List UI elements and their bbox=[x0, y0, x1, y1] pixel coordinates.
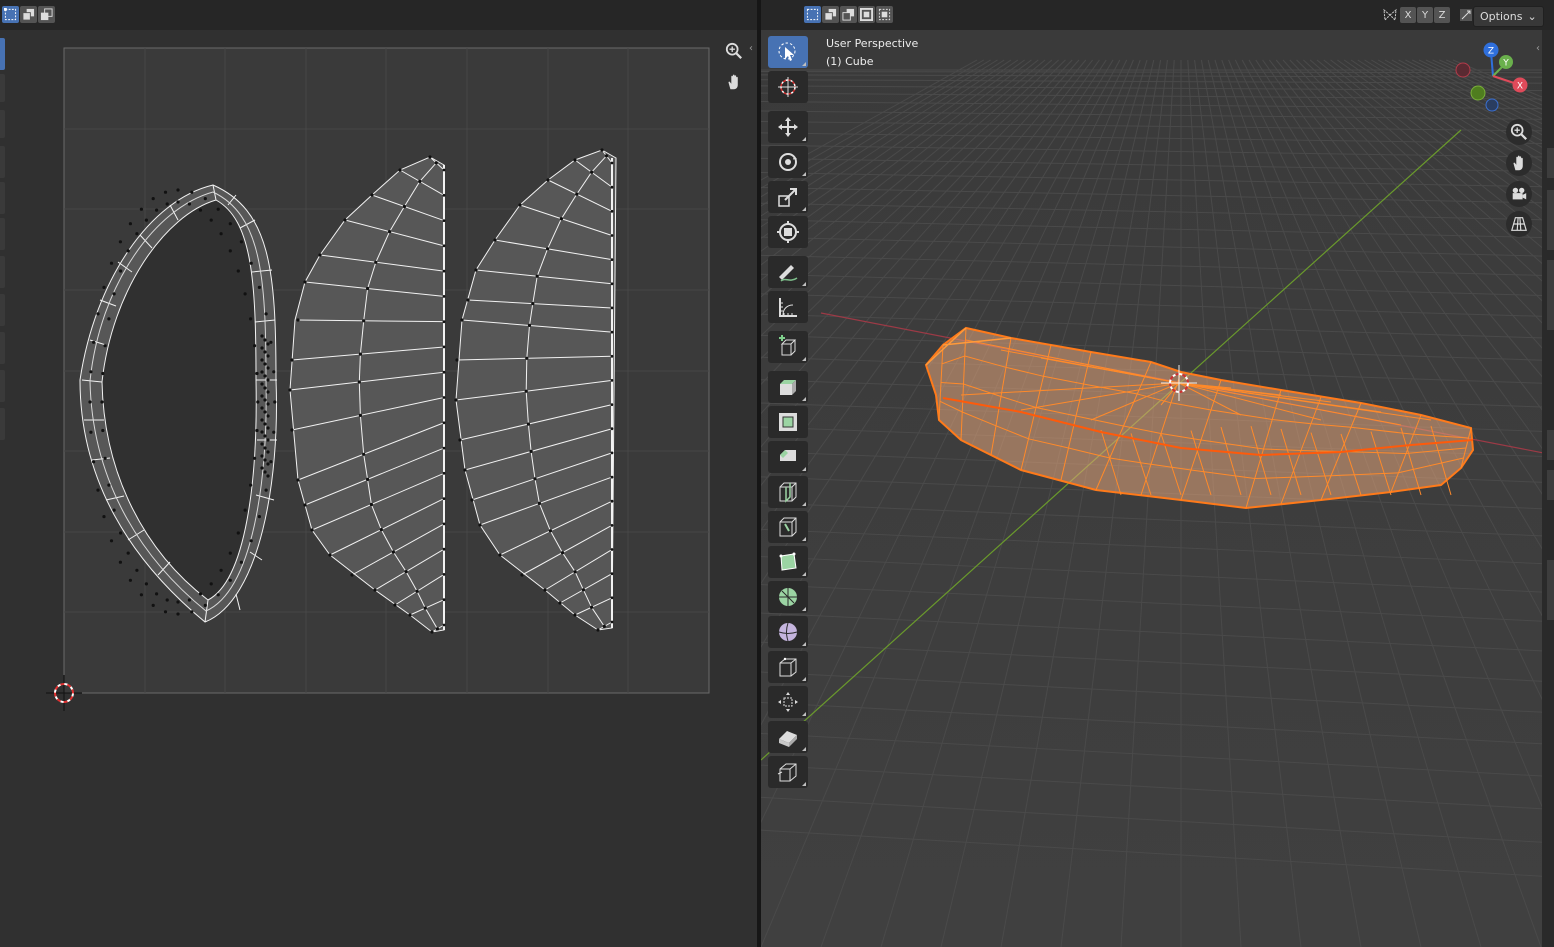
hand-pan-icon[interactable] bbox=[1506, 150, 1532, 176]
sidebar-tab[interactable] bbox=[1547, 260, 1554, 330]
move-icon[interactable] bbox=[768, 111, 808, 143]
mirror-x-toggle[interactable]: X bbox=[1400, 7, 1416, 23]
gizmo-x-label: X bbox=[1517, 82, 1523, 92]
extend-selection-mode-button[interactable] bbox=[822, 6, 839, 23]
zoom-icon[interactable] bbox=[1506, 119, 1532, 145]
uv-editor-header bbox=[0, 0, 757, 30]
uv-editor: ‹ bbox=[0, 0, 757, 947]
sidebar-tab[interactable] bbox=[1547, 430, 1554, 460]
add-cube-icon[interactable] bbox=[768, 331, 808, 363]
butterfly-mirror-icon[interactable] bbox=[1381, 8, 1399, 22]
chevron-down-icon: ⌄ bbox=[1527, 10, 1537, 23]
shear-icon[interactable] bbox=[768, 721, 808, 753]
edge-slide-icon[interactable] bbox=[768, 651, 808, 683]
intersect-selection-mode-button[interactable] bbox=[876, 6, 893, 23]
face-select-mode-button[interactable] bbox=[38, 6, 55, 23]
options-label: Options bbox=[1480, 10, 1523, 23]
uv-canvas[interactable] bbox=[0, 30, 757, 947]
object-label: (1) Cube bbox=[826, 55, 874, 68]
scale-icon[interactable] bbox=[768, 181, 808, 213]
sidebar-tab[interactable] bbox=[1547, 148, 1554, 178]
poly-build-icon[interactable] bbox=[768, 546, 808, 578]
transform-icon[interactable] bbox=[768, 216, 808, 248]
shrink-fatten-icon[interactable] bbox=[768, 686, 808, 718]
bevel-icon[interactable] bbox=[768, 441, 808, 473]
sidebar-tab[interactable] bbox=[1547, 560, 1554, 620]
selection-mode-group bbox=[804, 6, 893, 23]
rotate-icon[interactable] bbox=[768, 146, 808, 178]
viewport-canvas[interactable] bbox=[761, 0, 1554, 947]
new-selection-mode-button[interactable] bbox=[804, 6, 821, 23]
hand-pan-icon[interactable] bbox=[721, 69, 747, 95]
smooth-icon[interactable] bbox=[768, 616, 808, 648]
gizmo-z-label: Z bbox=[1488, 47, 1494, 57]
viewport-header: X Y Z Options ⌄ bbox=[761, 0, 1554, 30]
knife-icon[interactable] bbox=[768, 511, 808, 543]
navigation-gizmo[interactable]: Z Y X bbox=[1445, 40, 1531, 120]
zoom-icon[interactable] bbox=[721, 38, 747, 64]
subtract-selection-mode-button[interactable] bbox=[840, 6, 857, 23]
mirror-axes-group: X Y Z bbox=[1381, 7, 1475, 23]
mirror-z-toggle[interactable]: Z bbox=[1434, 7, 1450, 23]
spin-icon[interactable] bbox=[768, 581, 808, 613]
viewport-sidebar-tabs bbox=[1542, 30, 1554, 947]
sidebar-tab[interactable] bbox=[1547, 190, 1554, 250]
select-box-icon[interactable] bbox=[768, 36, 808, 68]
options-dropdown[interactable]: Options ⌄ bbox=[1473, 6, 1544, 27]
inset-faces-icon[interactable] bbox=[768, 406, 808, 438]
edge-select-mode-button[interactable] bbox=[20, 6, 37, 23]
annotate-icon[interactable] bbox=[768, 256, 808, 288]
view-label: User Perspective bbox=[826, 37, 919, 50]
extrude-region-icon[interactable] bbox=[768, 371, 808, 403]
loop-cut-icon[interactable] bbox=[768, 476, 808, 508]
grid-ortho-icon[interactable] bbox=[1506, 211, 1532, 237]
mirror-y-toggle[interactable]: Y bbox=[1417, 7, 1433, 23]
camera-icon[interactable] bbox=[1506, 181, 1532, 207]
cursor-icon[interactable] bbox=[768, 71, 808, 103]
rip-region-icon[interactable] bbox=[768, 756, 808, 788]
3d-viewport: X Y Z Options ⌄ User Perspective (1) Cub… bbox=[761, 0, 1554, 947]
sidebar-tab[interactable] bbox=[1547, 470, 1554, 500]
measure-icon[interactable] bbox=[768, 291, 808, 323]
gizmo-y-label: Y bbox=[1502, 59, 1509, 69]
collapse-arrow-icon[interactable]: ‹ bbox=[749, 43, 753, 54]
uv-select-mode-group bbox=[2, 6, 55, 23]
invert-selection-mode-button[interactable] bbox=[858, 6, 875, 23]
collapse-arrow-icon[interactable]: ‹ bbox=[1536, 43, 1540, 54]
vertex-select-mode-button[interactable] bbox=[2, 6, 19, 23]
